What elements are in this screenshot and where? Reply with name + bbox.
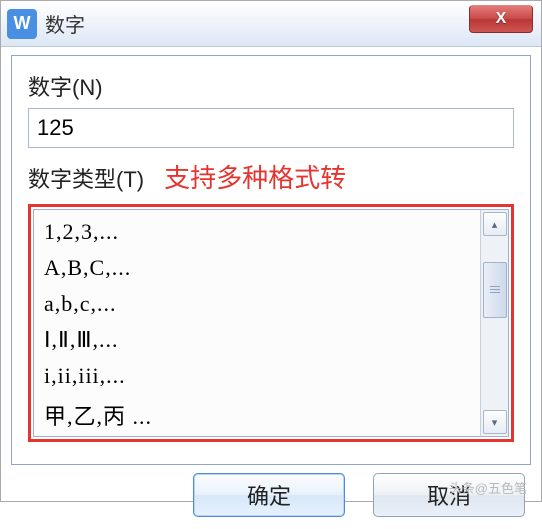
annotation-text: 支持多种格式转	[164, 158, 346, 195]
format-list: 1,2,3,... A,B,C,... a,b,c,... Ⅰ,Ⅱ,Ⅲ,... …	[33, 209, 509, 437]
list-item[interactable]: A,B,C,...	[34, 250, 480, 286]
type-label: 数字类型(T)	[28, 162, 144, 194]
watermark: 头条@五色笔	[449, 478, 527, 497]
dialog-title: 数字	[45, 9, 85, 38]
list-item[interactable]: Ⅰ,Ⅱ,Ⅲ,...	[34, 322, 480, 358]
chevron-down-icon: ▾	[492, 416, 498, 429]
dialog-content: 数字(N) 数字类型(T) 支持多种格式转 1,2,3,... A,B,C,..…	[11, 55, 531, 465]
scroll-track[interactable]	[483, 238, 507, 408]
app-icon: W	[7, 9, 37, 39]
close-icon: X	[496, 10, 507, 28]
number-input[interactable]	[28, 108, 514, 148]
ok-button[interactable]: 确定	[193, 473, 345, 517]
list-item[interactable]: i,ii,iii,...	[34, 358, 480, 394]
list-item[interactable]: 1,2,3,...	[34, 214, 480, 250]
chevron-up-icon: ▴	[492, 218, 498, 231]
scrollbar: ▴ ▾	[480, 210, 508, 436]
list-item[interactable]: a,b,c,...	[34, 286, 480, 322]
dialog-window: W 数字 X 数字(N) 数字类型(T) 支持多种格式转 1,2,3,... A…	[0, 0, 542, 502]
format-list-highlight: 1,2,3,... A,B,C,... a,b,c,... Ⅰ,Ⅱ,Ⅲ,... …	[28, 204, 514, 442]
list-item[interactable]: 甲,乙,丙 ...	[34, 394, 480, 436]
scroll-down-button[interactable]: ▾	[483, 410, 507, 434]
close-button[interactable]: X	[469, 5, 533, 33]
scroll-thumb[interactable]	[483, 262, 507, 318]
title-bar: W 数字 X	[1, 1, 541, 47]
format-list-items: 1,2,3,... A,B,C,... a,b,c,... Ⅰ,Ⅱ,Ⅲ,... …	[34, 210, 480, 436]
scroll-up-button[interactable]: ▴	[483, 212, 507, 236]
number-label: 数字(N)	[28, 70, 514, 102]
